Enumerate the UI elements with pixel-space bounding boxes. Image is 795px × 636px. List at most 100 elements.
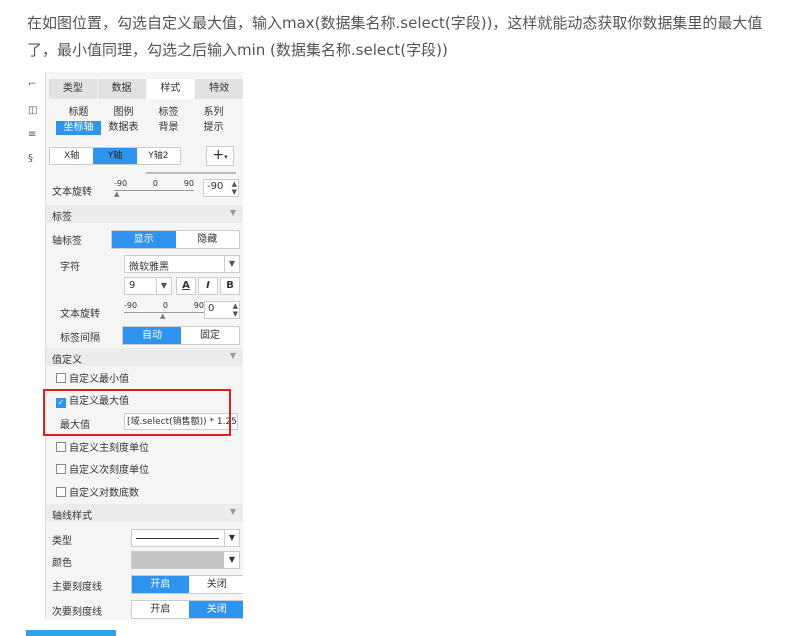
option-auto[interactable]: 自动 <box>123 327 181 344</box>
tab-data[interactable]: 数据 <box>97 79 147 99</box>
section-title: 值定义 <box>52 355 82 366</box>
spinner-value: 0 <box>208 303 215 314</box>
section-title: 轴线样式 <box>52 511 92 522</box>
tab-effect[interactable]: 特效 <box>195 79 243 99</box>
spinner-value: -90 <box>207 181 224 192</box>
axis-tab-x[interactable]: X轴 <box>50 148 93 164</box>
label-rotate-slider[interactable]: -90 0 90 ▲ <box>124 301 204 320</box>
highlight-box <box>43 389 231 436</box>
slider-knob[interactable]: ▲ <box>160 312 165 320</box>
subtab-legend[interactable]: 图例 <box>101 106 146 120</box>
font-family-select[interactable]: 微软雅黑 ▼ <box>124 255 240 273</box>
line-type-label: 类型 <box>52 536 72 547</box>
major-tick-toggle: 开启 关闭 <box>131 575 243 594</box>
slider-mid: 0 <box>152 179 158 188</box>
italic-button[interactable]: I <box>198 277 218 295</box>
axis-tab-y[interactable]: Y轴 <box>93 148 137 164</box>
plus-icon: + <box>212 147 225 163</box>
checkbox-icon <box>56 487 66 497</box>
clock-icon[interactable]: ◫ <box>28 106 38 116</box>
checkbox-icon <box>56 464 66 474</box>
section-title: 标签 <box>52 212 72 223</box>
subtab-axis[interactable]: 坐标轴 <box>56 121 101 135</box>
style-subtabs: 标题 图例 标签 系列 坐标轴 数据表 背景 提示 <box>56 106 236 135</box>
label-rotate-spinner[interactable]: 0 ▲ ▼ <box>204 301 240 319</box>
main-tabs: 类型 数据 样式 特效 <box>49 79 243 99</box>
color-swatch <box>132 552 224 568</box>
collapse-icon[interactable]: ▼ <box>230 351 236 360</box>
chevron-down-icon: ▼ <box>224 530 239 546</box>
link-icon[interactable]: § <box>28 154 38 164</box>
frame-icon[interactable]: ⌐ <box>28 80 38 90</box>
checkbox-label: 自定义主刻度单位 <box>69 443 149 454</box>
style-panel: 类型 数据 样式 特效 标题 图例 标签 系列 坐标轴 数据表 背景 提示 X轴… <box>45 72 243 620</box>
collapse-icon[interactable]: ▼ <box>230 208 236 217</box>
subtab-datatable[interactable]: 数据表 <box>101 121 146 135</box>
checkbox-label: 自定义对数底数 <box>69 488 139 499</box>
intro-paragraph: 在如图位置，勾选自定义最大值，输入max(数据集名称.select(字段))，这… <box>27 14 763 59</box>
line-color-select[interactable]: ▼ <box>131 551 240 569</box>
text-rotate-spinner[interactable]: -90 ▲ ▼ <box>203 179 239 197</box>
label-rotate-label: 文本旋转 <box>60 309 100 320</box>
slider-max: 90 <box>193 301 204 310</box>
text-rotate-slider[interactable]: -90 0 90 ▲ <box>114 179 194 198</box>
axis-tab-y2[interactable]: Y轴2 <box>137 148 180 164</box>
bold-button[interactable]: B <box>220 277 240 295</box>
list-icon[interactable]: ≡ <box>28 130 38 140</box>
option-off[interactable]: 关闭 <box>188 601 243 618</box>
option-off[interactable]: 关闭 <box>189 576 244 593</box>
tab-type[interactable]: 类型 <box>49 79 98 99</box>
chevron-down-icon: ▼ <box>228 555 236 564</box>
label-section-header[interactable]: 标签 ▼ <box>46 205 243 223</box>
option-on[interactable]: 开启 <box>132 576 189 593</box>
font-size-select[interactable]: 9 ▼ <box>124 277 172 295</box>
font-label: 字符 <box>60 262 80 273</box>
slider-min: -90 <box>114 179 128 188</box>
text-rotate-label: 文本旋转 <box>52 187 92 198</box>
font-family-value: 微软雅黑 <box>129 262 169 273</box>
option-hide[interactable]: 隐藏 <box>176 231 240 248</box>
major-tick-label: 主要刻度线 <box>52 582 102 593</box>
spinner-arrows-icon[interactable]: ▲ ▼ <box>233 302 238 318</box>
custom-minor-unit-checkbox[interactable]: 自定义次刻度单位 <box>56 461 149 476</box>
label-interval-toggle: 自动 固定 <box>122 326 240 345</box>
chevron-down-icon: ▼ <box>156 278 171 294</box>
checkbox-icon <box>56 373 66 383</box>
option-show[interactable]: 显示 <box>112 231 176 248</box>
spinner-arrows-icon[interactable]: ▲ ▼ <box>232 180 237 196</box>
font-size-value: 9 <box>129 280 136 291</box>
add-axis-button[interactable]: +▾ <box>206 146 234 166</box>
left-toolbar: ⌐ ◫ ≡ § <box>26 72 43 620</box>
axis-style-section-header[interactable]: 轴线样式 ▼ <box>46 504 243 522</box>
bottom-accent-bar <box>26 630 116 636</box>
line-type-select[interactable]: ▼ <box>131 529 240 547</box>
tab-style[interactable]: 样式 <box>146 79 196 99</box>
label-interval-label: 标签间隔 <box>60 333 100 344</box>
subtab-label[interactable]: 标签 <box>146 106 191 120</box>
option-on[interactable]: 开启 <box>132 601 189 618</box>
scrolled-remnant <box>146 168 236 174</box>
custom-log-base-checkbox[interactable]: 自定义对数底数 <box>56 484 139 499</box>
line-color-label: 颜色 <box>52 558 72 569</box>
font-color-button[interactable]: A <box>176 277 196 295</box>
chevron-down-icon: ▼ <box>224 256 239 272</box>
checkbox-icon <box>56 442 66 452</box>
subtab-title[interactable]: 标题 <box>56 106 101 120</box>
subtab-background[interactable]: 背景 <box>146 121 191 135</box>
custom-min-checkbox[interactable]: 自定义最小值 <box>56 370 129 385</box>
slider-knob[interactable]: ▲ <box>114 190 119 198</box>
custom-major-unit-checkbox[interactable]: 自定义主刻度单位 <box>56 439 149 454</box>
checkbox-label: 自定义次刻度单位 <box>69 465 149 476</box>
option-fixed[interactable]: 固定 <box>181 327 239 344</box>
subtab-series[interactable]: 系列 <box>191 106 236 120</box>
collapse-icon[interactable]: ▼ <box>230 507 236 516</box>
slider-min: -90 <box>124 301 138 310</box>
solid-line-icon <box>136 538 219 539</box>
minor-tick-toggle: 开启 关闭 <box>131 600 243 619</box>
slider-max: 90 <box>183 179 194 188</box>
axis-label-label: 轴标签 <box>52 236 82 247</box>
axis-selector: X轴 Y轴 Y轴2 <box>49 147 181 165</box>
value-section-header[interactable]: 值定义 ▼ <box>46 348 243 366</box>
minor-tick-label: 次要刻度线 <box>52 607 102 618</box>
subtab-tooltip[interactable]: 提示 <box>191 121 236 135</box>
